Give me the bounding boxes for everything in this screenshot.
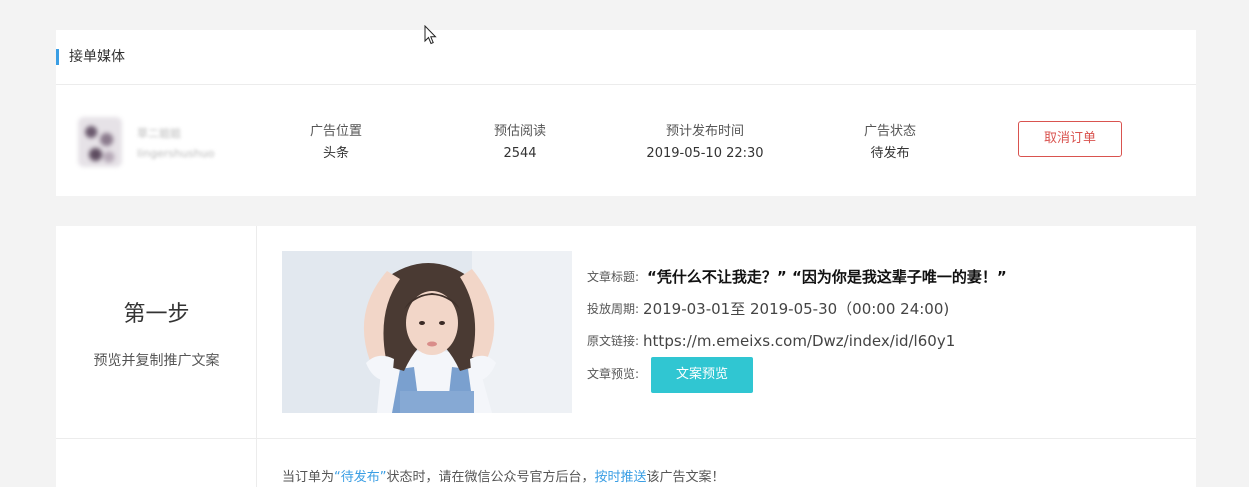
media-name: 草二姐姐 — [137, 127, 181, 140]
article-link-row: 原文链接: https://m.emeixs.com/Dwz/index/id/l… — [587, 330, 955, 350]
media-card: 接单媒体 草二姐姐 lingershushuo 广告位置 头条 预估阅读 254… — [56, 30, 1196, 196]
article-title-label: 文章标题: — [587, 270, 640, 284]
media-row: 草二姐姐 lingershushuo 广告位置 头条 预估阅读 2544 预计发… — [56, 85, 1196, 196]
step-title: 第一步 — [123, 302, 190, 327]
article-link-label: 原文链接: — [587, 334, 640, 348]
step-label-column: 第一步 预览并复制推广文案 — [56, 226, 257, 487]
article-link[interactable]: https://m.emeixs.com/Dwz/index/id/l60y1 — [643, 332, 955, 350]
publish-notice: 当订单为“待发布”状态时，请在微信公众号官方后台，按时推送该广告文案！ — [282, 466, 725, 485]
stat-ad-status: 广告状态 待发布 — [800, 123, 980, 163]
cancel-order-button[interactable]: 取消订单 — [1018, 121, 1122, 157]
media-account-id: lingershushuo — [137, 147, 215, 160]
stat-estimated-reads: 预估阅读 2544 — [430, 123, 610, 163]
article-period-label: 投放周期: — [587, 302, 640, 316]
article-preview-button[interactable]: 文案预览 — [651, 357, 753, 393]
article-period-row: 投放周期: 2019-03-01至 2019-05-30（00:00 24:00) — [587, 298, 949, 319]
stat-label: 预计发布时间 — [665, 124, 744, 139]
article-cover-image[interactable] — [282, 251, 572, 413]
article-preview-row: 文章预览: — [587, 363, 639, 382]
section-accent-bar — [56, 49, 59, 65]
media-avatar — [78, 117, 122, 167]
media-card-header: 接单媒体 — [56, 30, 1196, 85]
stat-label: 预估阅读 — [493, 124, 546, 139]
notice-prefix: 当订单为 — [282, 470, 335, 485]
notice-suffix: 该广告文案！ — [646, 470, 725, 485]
mouse-cursor-icon — [424, 25, 437, 45]
step-divider — [56, 438, 1196, 439]
stat-label: 广告位置 — [309, 124, 362, 139]
article-period: 2019-03-01至 2019-05-30（00:00 24:00) — [643, 300, 950, 318]
stat-publish-time: 预计发布时间 2019-05-10 22:30 — [615, 123, 795, 163]
step-subtitle: 预览并复制推广文案 — [93, 353, 220, 369]
stat-value: 2019-05-10 22:30 — [646, 146, 764, 161]
article-preview-label: 文章预览: — [587, 367, 640, 381]
stat-value: 头条 — [322, 146, 349, 161]
notice-status: “待发布” — [334, 470, 387, 485]
step-card: 第一步 预览并复制推广文案 文章标题: “凭什么不让我走？” “因为你是我这辈子… — [56, 226, 1196, 487]
stat-label: 广告状态 — [863, 124, 916, 139]
article-title-row: 文章标题: “凭什么不让我走？” “因为你是我这辈子唯一的妻！” — [587, 266, 1007, 287]
notice-action-link[interactable]: 按时推送 — [595, 470, 647, 485]
article-title: “凭什么不让我走？” “因为你是我这辈子唯一的妻！” — [647, 268, 1007, 286]
section-title: 接单媒体 — [69, 49, 125, 65]
notice-middle: 状态时，请在微信公众号官方后台， — [386, 470, 595, 485]
stat-value: 2544 — [503, 146, 537, 161]
stat-value: 待发布 — [870, 146, 910, 161]
stat-ad-position: 广告位置 头条 — [246, 123, 426, 163]
